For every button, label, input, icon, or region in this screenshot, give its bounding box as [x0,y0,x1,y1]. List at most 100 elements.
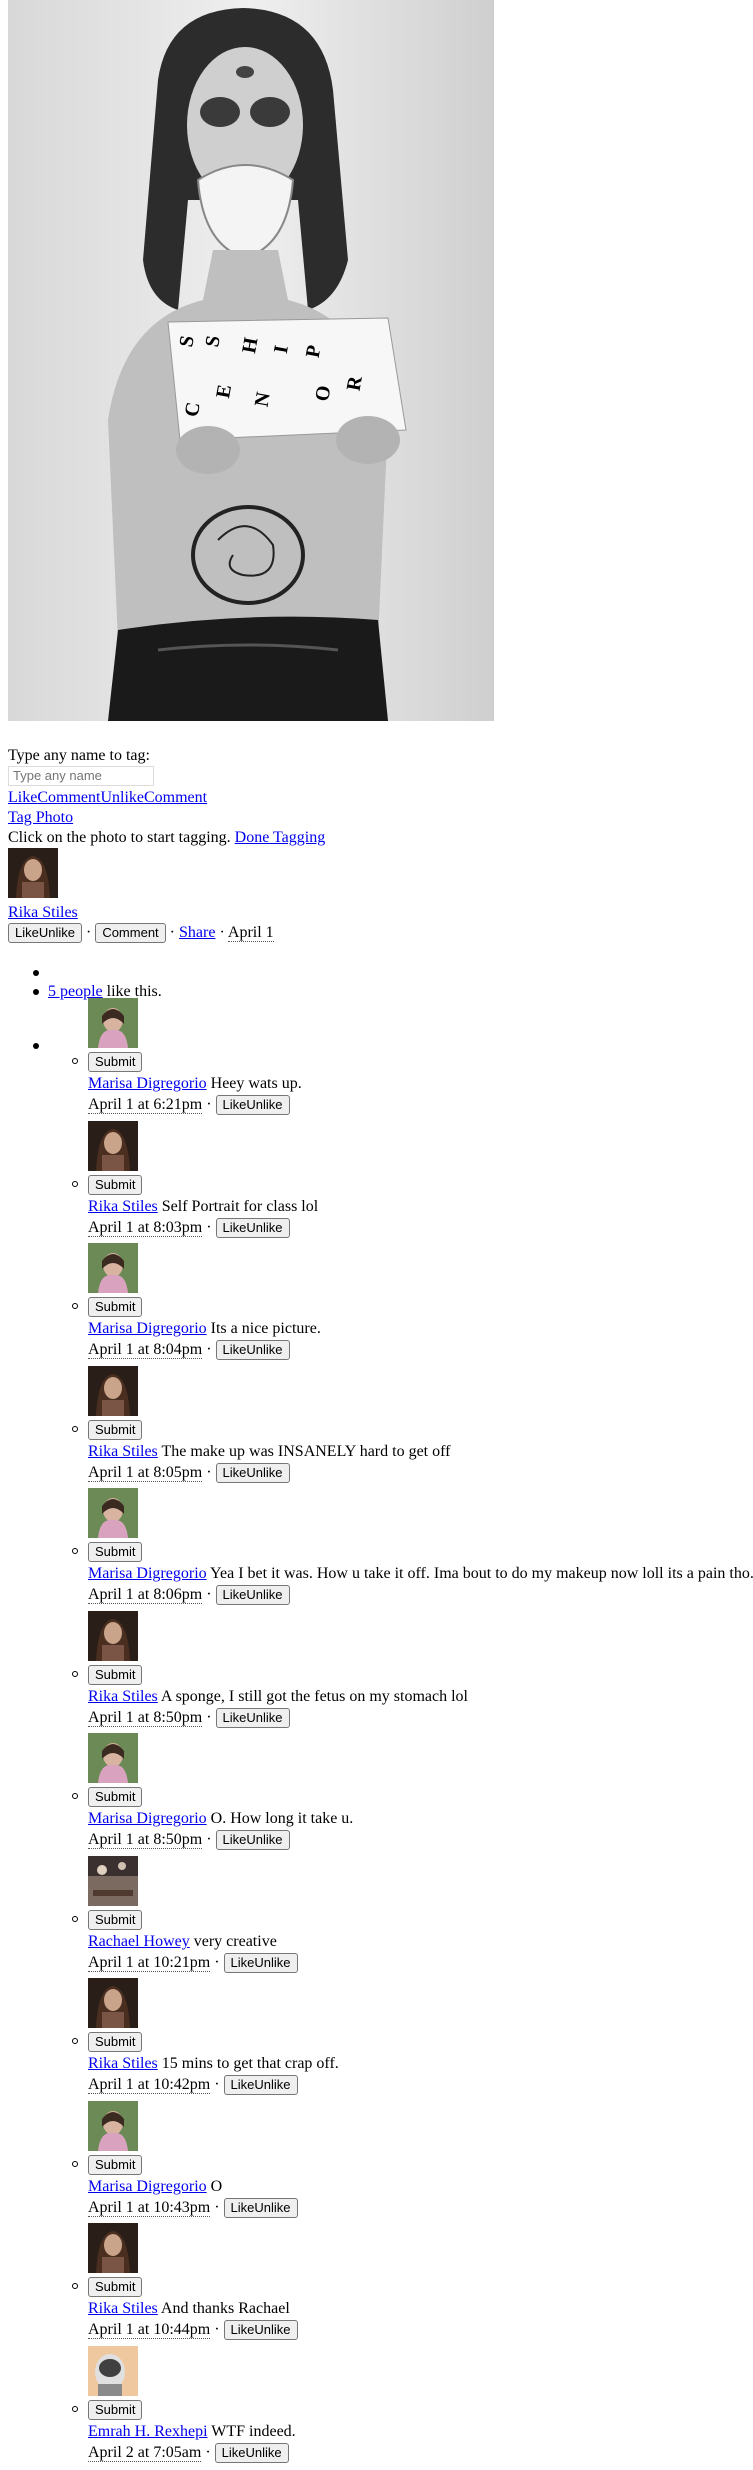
like-button[interactable]: LikeUnlike [8,923,82,944]
tag-photo-link[interactable]: Tag Photo [8,809,73,826]
separator: · [214,1954,220,1971]
separator: · [169,924,175,941]
submit-button[interactable]: Submit [88,2400,143,2421]
comment-like-button[interactable]: LikeUnlike [223,2320,298,2341]
commenter-avatar[interactable] [88,1611,138,1661]
comment-like-button[interactable]: LikeUnlike [215,1218,290,1239]
submit-button[interactable]: Submit [88,2032,143,2053]
comment-meta: April 1 at 8:04pm · LikeUnlike [88,1340,290,1361]
comment-body: Marisa Digregorio O [88,2177,222,2197]
comment-text: very creative [193,1933,277,1950]
main-photo[interactable]: C E N S O R S H I P [8,0,494,721]
submit-button[interactable]: Submit [88,2155,143,2176]
comment-meta: April 1 at 10:21pm · LikeUnlike [88,1953,298,1974]
submit-button[interactable]: Submit [88,1175,143,1196]
submit-button[interactable]: Submit [88,2277,143,2298]
comment-like-button[interactable]: LikeUnlike [215,1708,290,1729]
comment-text: Self Portrait for class lol [161,1198,319,1215]
comment-like-button[interactable]: LikeUnlike [215,1095,290,1116]
commenter-name-link[interactable]: Marisa Digregorio [88,1565,207,1582]
separator: · [219,924,225,941]
like-link[interactable]: Like [8,789,37,806]
list-bullet [72,1303,78,1309]
comment-timestamp: April 1 at 10:21pm [88,1954,211,1972]
list-bullet [72,1671,78,1677]
commenter-avatar[interactable] [88,1488,138,1538]
comment-text: Heey wats up. [210,1075,302,1092]
list-bullet [72,1426,78,1432]
commenter-name-link[interactable]: Rachael Howey [88,1933,190,1950]
submit-button[interactable]: Submit [88,1052,143,1073]
commenter-avatar[interactable] [88,1366,138,1416]
commenter-name-link[interactable]: Rika Stiles [88,1688,158,1705]
comment-text: Yea I bet it was. How u take it off. Ima… [210,1565,753,1582]
list-bullet [72,2406,78,2412]
tag-name-input[interactable] [8,766,154,786]
comment-like-button[interactable]: LikeUnlike [223,1953,298,1974]
comment-text: And thanks Rachael [160,2300,290,2317]
comment-body: Rika Stiles 15 mins to get that crap off… [88,2054,339,2074]
list-bullet [33,1043,39,1049]
submit-button[interactable]: Submit [88,1787,143,1808]
commenter-avatar[interactable] [88,1121,138,1171]
commenter-avatar[interactable] [88,1856,138,1906]
submit-button[interactable]: Submit [88,1910,143,1931]
tag-label: Type any name to tag: [8,747,150,764]
unlike-link[interactable]: Unlike [100,789,144,806]
commenter-name-link[interactable]: Rika Stiles [88,1198,158,1215]
comment-like-button[interactable]: LikeUnlike [215,1463,290,1484]
comment-button[interactable]: Comment [95,923,166,944]
commenter-avatar[interactable] [88,2101,138,2151]
comment-timestamp: April 1 at 8:03pm [88,1219,203,1237]
commenter-avatar[interactable] [88,2346,138,2396]
comment-timestamp: April 1 at 10:43pm [88,2199,211,2217]
commenter-name-link[interactable]: Rika Stiles [88,2055,158,2072]
separator: · [206,1341,212,1358]
comment-body: Marisa Digregorio Its a nice picture. [88,1319,321,1339]
commenter-avatar[interactable] [88,1978,138,2028]
separator: · [206,1464,212,1481]
commenter-name-link[interactable]: Emrah H. Rexhepi [88,2423,208,2440]
commenter-name-link[interactable]: Rika Stiles [88,2300,158,2317]
comment-like-button[interactable]: LikeUnlike [215,1830,290,1851]
comment-meta: April 1 at 8:03pm · LikeUnlike [88,1218,290,1239]
submit-button[interactable]: Submit [88,1665,143,1686]
comment-link[interactable]: Comment [37,789,100,806]
comment-meta: April 2 at 7:05am · LikeUnlike [88,2443,289,2464]
comment-meta: April 1 at 10:44pm · LikeUnlike [88,2320,298,2341]
comment-like-button[interactable]: LikeUnlike [223,2198,298,2219]
commenter-name-link[interactable]: Marisa Digregorio [88,1075,207,1092]
submit-button[interactable]: Submit [88,1420,143,1441]
done-tagging-link[interactable]: Done Tagging [235,829,326,846]
comment-like-button[interactable]: LikeUnlike [215,1340,290,1361]
comment-body: Marisa Digregorio Yea I bet it was. How … [88,1564,753,1584]
separator: · [206,1219,212,1236]
comment-like-button[interactable]: LikeUnlike [215,1585,290,1606]
comment-body: Marisa Digregorio O. How long it take u. [88,1809,353,1829]
list-bullet [72,2161,78,2167]
list-bullet [33,989,39,995]
separator: · [85,924,92,941]
commenter-avatar[interactable] [88,1733,138,1783]
owner-name-link[interactable]: Rika Stiles [8,904,78,921]
separator: · [214,2321,220,2338]
comment-text: O. How long it take u. [210,1810,354,1827]
commenter-avatar[interactable] [88,2223,138,2273]
share-link[interactable]: Share [179,924,215,941]
separator: · [206,1096,212,1113]
commenter-name-link[interactable]: Marisa Digregorio [88,1320,207,1337]
comment-meta: April 1 at 8:50pm · LikeUnlike [88,1708,290,1729]
submit-button[interactable]: Submit [88,1542,143,1563]
submit-button[interactable]: Submit [88,1297,143,1318]
comment-link-2[interactable]: Comment [144,789,207,806]
commenter-name-link[interactable]: Rika Stiles [88,1443,158,1460]
owner-avatar[interactable] [8,848,58,898]
comment-like-button[interactable]: LikeUnlike [223,2075,298,2096]
comment-text: The make up was INSANELY hard to get off [161,1443,451,1460]
comment-like-button[interactable]: LikeUnlike [214,2443,289,2464]
commenter-name-link[interactable]: Marisa Digregorio [88,1810,207,1827]
separator: · [206,1586,212,1603]
commenter-avatar[interactable] [88,1243,138,1293]
commenter-avatar[interactable] [88,998,138,1048]
commenter-name-link[interactable]: Marisa Digregorio [88,2178,207,2195]
